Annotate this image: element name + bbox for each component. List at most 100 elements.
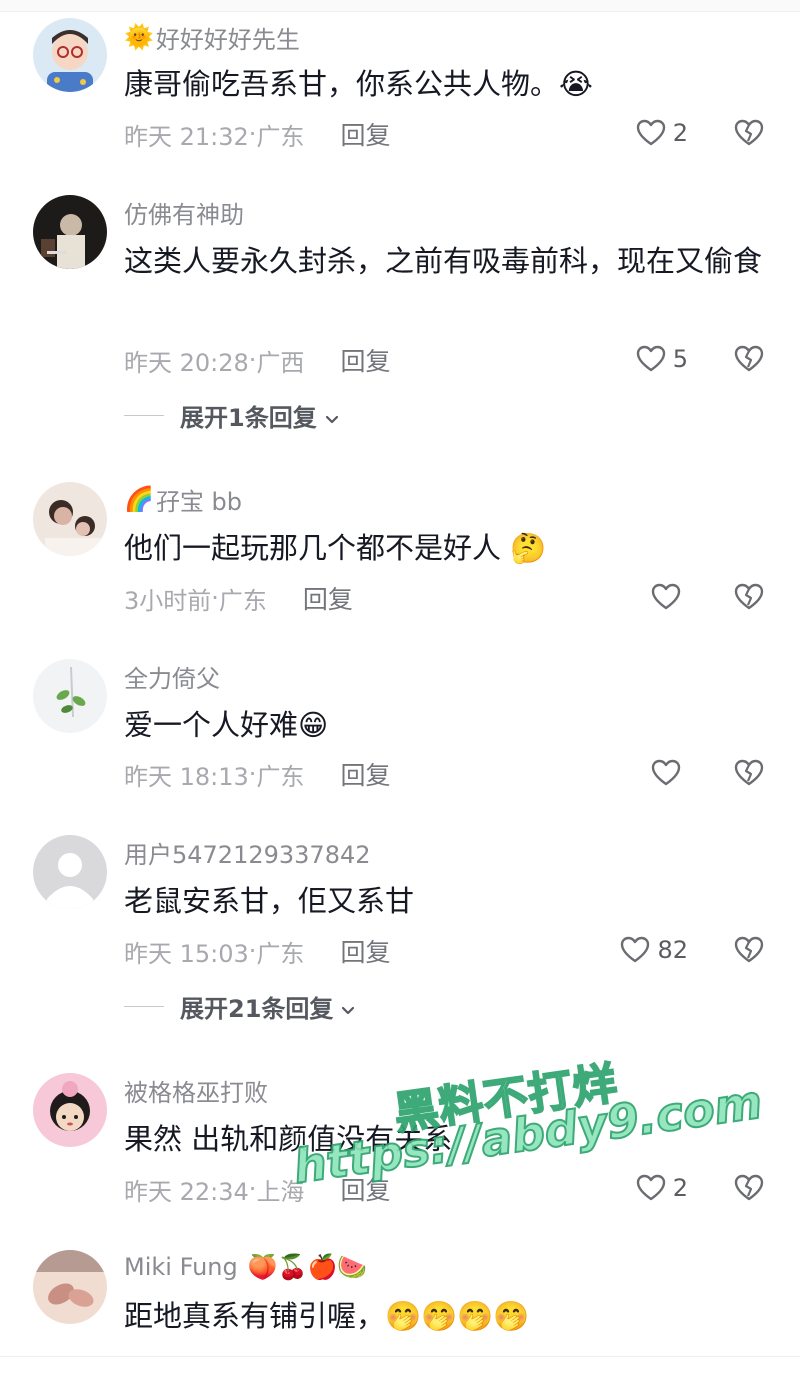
location: 广西 [256,348,305,377]
reply-button[interactable]: 回复 [340,933,390,969]
comment-text: 康哥偷吃吾系甘，你系公共人物。😭 [124,67,593,101]
chevron-down-icon [339,997,357,1015]
reply-button[interactable]: 回复 [303,580,353,616]
like-count: 2 [672,1174,688,1202]
expand-replies-button[interactable]: 展开1条回复 [124,400,341,432]
bottom-edge [0,1356,800,1374]
heart-outline-icon [650,581,682,613]
top-edge [0,0,800,12]
fruit-emoji-icons: 🍑🍒🍎🍉 [247,1253,368,1281]
comment-text: 这类人要永久封杀，之前有吸毒前科，现在又偷食 [124,244,763,278]
username[interactable]: 仿佛有神助 [124,197,244,229]
avatar[interactable] [33,659,107,733]
timestamp: 昨天 22:34 [124,1177,249,1206]
username[interactable]: Miki Fung 🍑🍒🍎🍉 [124,1252,367,1282]
avatar[interactable] [33,195,107,269]
comment-meta: 昨天 22:34 · 上海 回复 [124,1171,390,1207]
timestamp: 昨天 18:13 [124,762,249,791]
like-button[interactable] [650,580,688,614]
location: 广东 [218,586,267,615]
meta-separator: · [248,1175,257,1203]
location: 广东 [256,939,305,968]
like-button[interactable]: 82 [619,933,688,967]
heart-outline-icon [635,343,667,375]
broken-heart-icon [733,934,765,966]
like-button[interactable]: 2 [635,1171,688,1205]
avatar[interactable] [33,835,107,909]
reply-button[interactable]: 回复 [340,1171,390,1207]
reply-button[interactable]: 回复 [340,756,390,792]
expand-replies-button[interactable]: 展开21条回复 [124,991,357,1023]
broken-heart-icon [733,117,765,149]
timestamp: 昨天 21:32 [124,122,249,151]
like-count: 2 [672,119,688,147]
username-text: 被格格巫打败 [124,1078,268,1107]
comment-meta: 昨天 20:28 · 广西 回复 [124,342,390,378]
username-text: Miki Fung [124,1253,238,1281]
username[interactable]: 🌞 好好好好先生 [124,22,300,54]
comment-text: 距地真系有铺引喔，🤭🤭🤭🤭 [124,1299,530,1333]
username[interactable]: 用户5472129337842 [124,837,371,869]
like-count: 82 [657,936,688,964]
like-button[interactable]: 5 [635,342,688,376]
expand-replies-label: 展开21条回复 [180,994,334,1023]
broken-heart-icon [733,581,765,613]
avatar[interactable] [33,1073,107,1147]
username-text: 孖宝 bb [155,487,242,516]
comment-text: 老鼠安系甘，佢又系甘 [124,884,415,918]
avatar[interactable] [33,18,107,92]
comment-meta: 3小时前 · 广东 回复 [124,580,353,616]
dislike-button[interactable] [732,342,766,376]
dislike-button[interactable] [732,933,766,967]
dislike-button[interactable] [732,116,766,150]
username-text: 用户5472129337842 [124,840,371,869]
meta-separator: · [211,584,219,612]
heart-outline-icon [650,757,682,789]
broken-heart-icon [733,1172,765,1204]
like-button[interactable]: 2 [635,116,688,150]
username[interactable]: 全力倚父 [124,661,220,693]
divider [124,414,164,416]
divider [124,1005,164,1007]
comment-meta: 昨天 21:32 · 广东 回复 [124,116,390,152]
reply-button[interactable]: 回复 [340,116,390,152]
dislike-button[interactable] [732,756,766,790]
timestamp: 昨天 20:28 [124,348,249,377]
avatar[interactable] [33,482,107,556]
broken-heart-icon [733,757,765,789]
username-text: 好好好好先生 [155,25,300,54]
avatar[interactable] [33,1250,107,1324]
comment-meta: 昨天 18:13 · 广东 回复 [124,756,390,792]
avatar-image [33,1073,107,1147]
comment-meta: 昨天 15:03 · 广东 回复 [124,933,390,969]
avatar-image [33,659,107,733]
avatar-image [33,1250,107,1324]
meta-separator: · [248,760,257,788]
default-avatar-icon [33,835,107,909]
dislike-button[interactable] [732,580,766,614]
heart-outline-icon [635,1172,667,1204]
timestamp: 3小时前 [124,586,212,615]
username[interactable]: 被格格巫打败 [124,1075,268,1107]
reply-button[interactable]: 回复 [340,342,390,378]
location: 广东 [256,122,305,151]
broken-heart-icon [733,343,765,375]
like-button[interactable] [650,756,688,790]
like-count: 5 [672,345,688,373]
heart-outline-icon [619,934,651,966]
expand-replies-label: 展开1条回复 [180,403,317,432]
sun-emoji-icon: 🌞 [124,23,154,51]
avatar-image [33,482,107,556]
comment-text: 果然 出轨和颜值没有关系 [124,1122,453,1156]
dislike-button[interactable] [732,1171,766,1205]
username-text: 全力倚父 [124,664,220,693]
location: 上海 [256,1177,305,1206]
location: 广东 [256,762,305,791]
username-text: 仿佛有神助 [124,200,244,229]
comment-text: 爱一个人好难😁 [124,708,329,742]
meta-separator: · [248,346,257,374]
avatar-image [33,18,107,92]
avatar-image [33,195,107,269]
username[interactable]: 🌈 孖宝 bb [124,484,242,516]
heart-outline-icon [635,117,667,149]
